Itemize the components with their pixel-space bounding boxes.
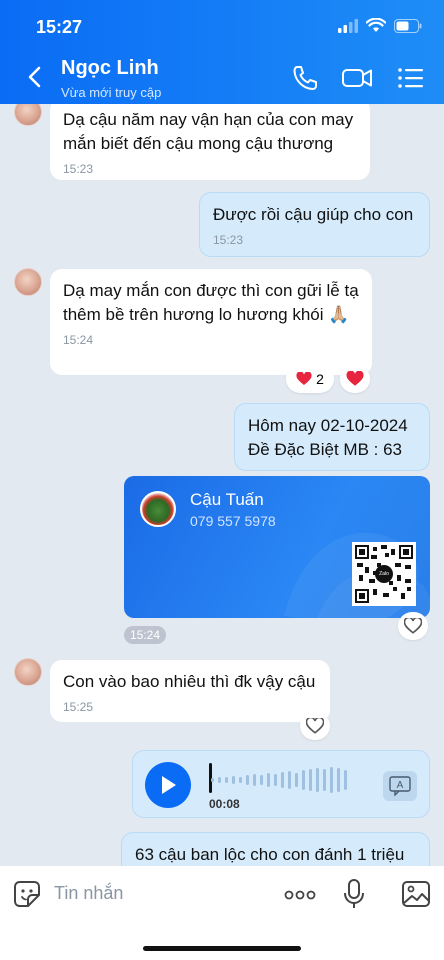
message-text: Được rồi cậu giúp cho con — [213, 205, 414, 224]
sender-avatar[interactable] — [14, 658, 42, 686]
emoji-sticker-icon[interactable] — [13, 880, 41, 908]
svg-text:A: A — [397, 780, 404, 791]
message-time: 15:24 — [124, 626, 167, 644]
message-bubble-outgoing[interactable]: Hôm nay 02-10-2024 Đề Đặc Biệt MB : 63 — [234, 403, 430, 471]
react-button[interactable] — [340, 365, 370, 393]
voice-message[interactable]: 00:08 A — [132, 750, 430, 818]
message-bubble-outgoing[interactable]: 63 cậu ban lộc cho con đánh 1 triệu — [121, 832, 430, 866]
transcribe-icon: A — [389, 776, 411, 796]
chat-header: 15:27 Ngọc Linh Vừa mới truy cập — [0, 0, 444, 104]
contact-status: Vừa mới truy cập — [61, 85, 162, 100]
message-time: 15:25 — [63, 700, 94, 714]
message-text: Dạ cậu năm nay vận hạn của con may mắn b… — [63, 110, 354, 153]
message-time: 15:23 — [213, 233, 244, 247]
react-button[interactable] — [300, 712, 330, 740]
message-bubble-incoming[interactable]: Dạ cậu năm nay vận hạn của con may mắn b… — [50, 104, 370, 180]
message-line: Đề Đặc Biệt MB : 63 — [248, 440, 403, 459]
heart-icon — [296, 372, 312, 385]
reaction-count: 2 — [316, 371, 324, 387]
message-bubble-outgoing[interactable]: Được rồi cậu giúp cho con 15:23 — [199, 192, 430, 257]
chat-messages[interactable]: Dạ cậu năm nay vận hạn của con may mắn b… — [0, 104, 444, 866]
back-arrow-icon[interactable] — [22, 62, 48, 92]
card-contact-phone: 079 557 5978 — [190, 513, 276, 529]
status-icons — [338, 18, 422, 33]
play-button[interactable] — [145, 762, 191, 808]
menu-list-icon[interactable] — [396, 64, 426, 92]
message-composer: Tin nhắn — [0, 866, 444, 960]
heart-icon — [346, 371, 364, 386]
message-line: Hôm nay 02-10-2024 — [248, 416, 408, 435]
sender-avatar[interactable] — [14, 104, 42, 126]
react-button[interactable] — [398, 612, 428, 640]
image-gallery-icon[interactable] — [401, 880, 431, 908]
message-text: Dạ may mắn con được thì con gữi lễ tạ th… — [63, 281, 359, 324]
card-contact-avatar — [140, 491, 176, 527]
contact-card[interactable]: Cậu Tuấn 079 557 5978 Zalo — [124, 476, 430, 618]
heart-outline-icon — [306, 718, 324, 734]
signal-icon — [338, 18, 358, 33]
transcribe-button[interactable]: A — [383, 771, 417, 801]
message-text: Con vào bao nhiêu thì đk vậy cậu — [63, 672, 316, 691]
message-bubble-incoming[interactable]: Con vào bao nhiêu thì đk vậy cậu 15:25 — [50, 660, 330, 722]
waveform[interactable] — [211, 766, 347, 794]
contact-name[interactable]: Ngọc Linh — [61, 57, 159, 80]
zalo-logo-icon: Zalo — [375, 565, 393, 583]
message-text: 63 cậu ban lộc cho con đánh 1 triệu — [135, 845, 405, 864]
heart-outline-icon — [404, 618, 422, 634]
voice-duration: 00:08 — [209, 797, 240, 811]
home-indicator[interactable] — [143, 946, 301, 951]
play-icon — [162, 776, 176, 794]
wifi-icon — [366, 18, 386, 32]
message-bubble-incoming[interactable]: Dạ may mắn con được thì con gữi lễ tạ th… — [50, 269, 372, 375]
phone-call-icon[interactable] — [290, 64, 320, 92]
qr-code[interactable]: Zalo — [352, 542, 416, 606]
battery-icon — [394, 18, 422, 33]
sender-avatar[interactable] — [14, 268, 42, 296]
microphone-icon[interactable] — [343, 878, 365, 910]
status-time: 15:27 — [36, 17, 83, 37]
video-call-icon[interactable] — [341, 64, 373, 92]
more-options-icon[interactable] — [284, 888, 316, 902]
message-time: 15:23 — [63, 162, 94, 176]
card-contact-name: Cậu Tuấn — [190, 490, 264, 509]
reaction-summary[interactable]: 2 — [286, 365, 334, 393]
message-input[interactable]: Tin nhắn — [54, 883, 123, 904]
message-time: 15:24 — [63, 333, 94, 347]
